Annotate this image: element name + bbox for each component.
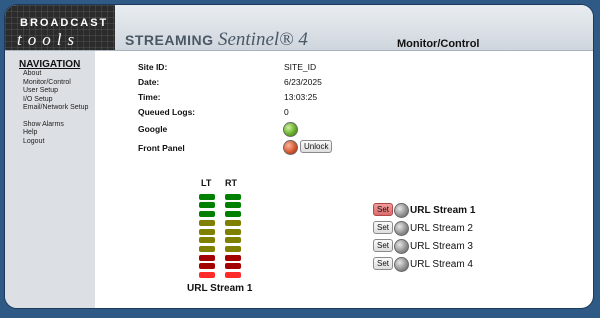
nav-item-io-setup[interactable]: I/O Setup [23, 96, 88, 105]
meter-right-segment [225, 237, 241, 244]
navigation-title: NAVIGATION [19, 59, 81, 70]
product-title: STREAMING Sentinel® 4 [125, 29, 308, 51]
broadcast-tools-logo: BROADCAST tools [5, 5, 115, 50]
meter-right-segment [225, 219, 241, 226]
main-content: Site ID: SITE_ID Date: 6/23/2025 Time: 1… [95, 51, 593, 308]
google-status-led-icon [283, 122, 298, 137]
meter-right-segment [225, 272, 241, 278]
stream-4-name: URL Stream 4 [410, 259, 473, 270]
product-brand: STREAMING [125, 32, 214, 48]
app-frame: BROADCAST tools STREAMING Sentinel® 4 Mo… [5, 5, 593, 308]
meter-left-segment [199, 272, 215, 278]
site-id-value: SITE_ID [284, 62, 317, 72]
logo-top-text: BROADCAST [20, 17, 109, 29]
sidebar: NAVIGATION About Monitor/Control User Se… [5, 51, 95, 308]
date-label: Date: [138, 77, 160, 87]
meter-right-segment [225, 202, 241, 209]
meter-left-label: LT [201, 178, 212, 188]
unlock-button[interactable]: Unlock [300, 140, 333, 153]
google-label: Google [138, 124, 168, 134]
page-title: Monitor/Control [397, 38, 480, 50]
meter-right-segment [225, 228, 241, 235]
meter-left-segment [199, 263, 215, 270]
meter-left-segment [199, 254, 215, 261]
queued-logs-label: Queued Logs: [138, 107, 196, 117]
nav-item-logout[interactable]: Logout [23, 138, 88, 147]
meter-right-label: RT [225, 178, 237, 188]
stream-1-status-icon [394, 203, 409, 218]
meter-left-segment [199, 211, 215, 218]
nav-item-monitor-control[interactable]: Monitor/Control [23, 79, 88, 88]
nav-item-show-alarms[interactable]: Show Alarms [23, 121, 88, 130]
meter-left-segment [199, 237, 215, 244]
front-panel-status-led-icon [283, 140, 298, 155]
nav-item-email-network-setup[interactable]: Email/Network Setup [23, 104, 88, 113]
header: BROADCAST tools STREAMING Sentinel® 4 Mo… [5, 5, 593, 51]
stream-1-name: URL Stream 1 [410, 205, 476, 216]
set-stream-1-button[interactable]: Set [373, 203, 394, 216]
meter-right-segment [225, 254, 241, 261]
nav-item-about[interactable]: About [23, 70, 88, 79]
time-label: Time: [138, 92, 161, 102]
queued-logs-value: 0 [284, 107, 289, 117]
nav-item-user-setup[interactable]: User Setup [23, 87, 88, 96]
stream-2-name: URL Stream 2 [410, 223, 473, 234]
meter-left-segment [199, 245, 215, 252]
set-stream-4-button[interactable]: Set [373, 257, 394, 270]
logo-bottom-text: tools [17, 30, 81, 49]
meter-right-segment [225, 211, 241, 218]
date-value: 6/23/2025 [284, 77, 322, 87]
meter-right-segment [225, 193, 241, 200]
stream-2-status-icon [394, 221, 409, 236]
product-name: Sentinel® 4 [217, 29, 308, 50]
site-id-label: Site ID: [138, 62, 168, 72]
set-stream-3-button[interactable]: Set [373, 239, 394, 252]
meter-right-segment [225, 245, 241, 252]
front-panel-label: Front Panel [138, 143, 185, 153]
meter-left-segment [199, 219, 215, 226]
meter-left-segment [199, 202, 215, 209]
meter-right-segment [225, 263, 241, 270]
stream-3-name: URL Stream 3 [410, 241, 473, 252]
meter-caption: URL Stream 1 [187, 283, 253, 294]
time-value: 13:03:25 [284, 92, 318, 102]
meter-left-segment [199, 193, 215, 200]
nav-list: About Monitor/Control User Setup I/O Set… [23, 70, 88, 146]
stream-4-status-icon [394, 257, 409, 272]
meter-left-segment [199, 228, 215, 235]
stream-3-status-icon [394, 239, 409, 254]
nav-item-help[interactable]: Help [23, 129, 88, 138]
set-stream-2-button[interactable]: Set [373, 221, 394, 234]
